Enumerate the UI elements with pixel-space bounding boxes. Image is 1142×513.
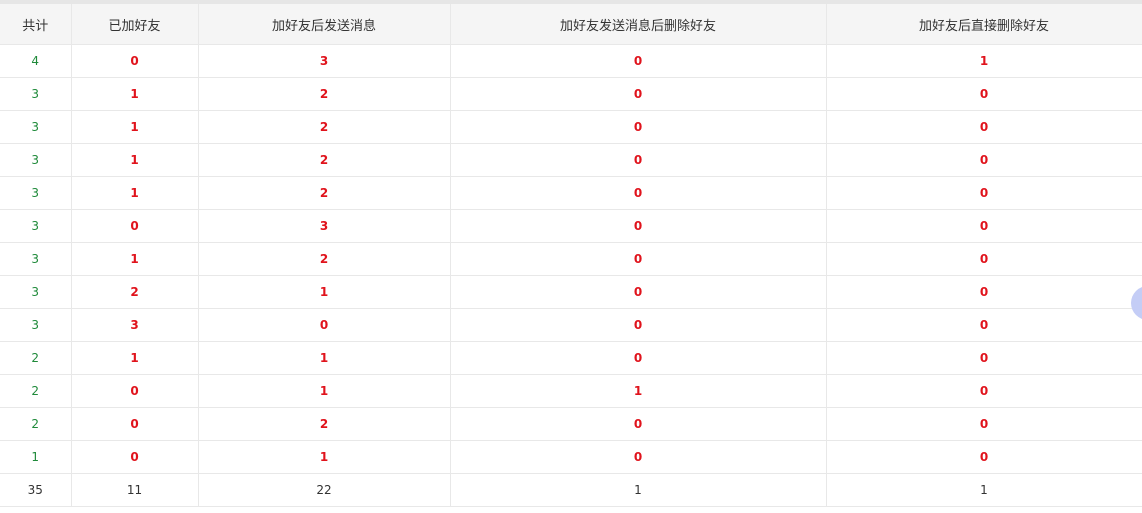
cell-messaged-then-deleted: 0 bbox=[450, 440, 827, 474]
cell-total: 2 bbox=[0, 341, 72, 375]
column-header-messaged-then-deleted[interactable]: 加好友发送消息后删除好友 bbox=[450, 4, 827, 45]
cell-messaged-then-deleted: 0 bbox=[450, 110, 827, 144]
cell-total: 3 bbox=[0, 143, 72, 177]
table-row: 3 1 2 0 0 bbox=[0, 77, 1142, 111]
cell-added: 1 bbox=[71, 242, 199, 276]
table-row: 4 0 3 0 1 bbox=[0, 44, 1142, 78]
cell-messaged-then-deleted: 0 bbox=[450, 176, 827, 210]
summary-row: 35 11 22 1 1 bbox=[0, 473, 1142, 507]
summary-added-then-deleted: 1 bbox=[826, 473, 1142, 507]
cell-messaged-then-deleted: 0 bbox=[450, 77, 827, 111]
column-header-added-then-messaged[interactable]: 加好友后发送消息 bbox=[198, 4, 451, 45]
cell-added: 1 bbox=[71, 176, 199, 210]
cell-added: 0 bbox=[71, 209, 199, 243]
table-row: 3 1 2 0 0 bbox=[0, 242, 1142, 276]
cell-added-then-messaged: 1 bbox=[198, 440, 451, 474]
table-row: 2 1 1 0 0 bbox=[0, 341, 1142, 375]
cell-added-then-deleted: 0 bbox=[826, 341, 1142, 375]
table-header-row: 共计 已加好友 加好友后发送消息 加好友发送消息后删除好友 加好友后直接删除好友 bbox=[0, 4, 1142, 45]
table-row: 3 3 0 0 0 bbox=[0, 308, 1142, 342]
cell-added-then-messaged: 2 bbox=[198, 407, 451, 441]
cell-added-then-messaged: 3 bbox=[198, 44, 451, 78]
cell-added-then-deleted: 0 bbox=[826, 77, 1142, 111]
cell-added-then-deleted: 0 bbox=[826, 308, 1142, 342]
cell-added: 1 bbox=[71, 110, 199, 144]
cell-total: 3 bbox=[0, 308, 72, 342]
cell-added: 2 bbox=[71, 275, 199, 309]
summary-added: 11 bbox=[71, 473, 199, 507]
cell-messaged-then-deleted: 0 bbox=[450, 407, 827, 441]
table-row: 3 1 2 0 0 bbox=[0, 176, 1142, 210]
cell-added-then-deleted: 0 bbox=[826, 374, 1142, 408]
cell-added-then-deleted: 1 bbox=[826, 44, 1142, 78]
cell-added: 1 bbox=[71, 77, 199, 111]
friend-stats-table: 共计 已加好友 加好友后发送消息 加好友发送消息后删除好友 加好友后直接删除好友… bbox=[0, 4, 1142, 507]
cell-added: 0 bbox=[71, 407, 199, 441]
cell-total: 1 bbox=[0, 440, 72, 474]
cell-added-then-deleted: 0 bbox=[826, 110, 1142, 144]
cell-added-then-deleted: 0 bbox=[826, 176, 1142, 210]
cell-added-then-messaged: 1 bbox=[198, 275, 451, 309]
summary-added-then-messaged: 22 bbox=[198, 473, 451, 507]
cell-added-then-messaged: 2 bbox=[198, 110, 451, 144]
cell-added: 1 bbox=[71, 341, 199, 375]
cell-total: 3 bbox=[0, 176, 72, 210]
column-header-added[interactable]: 已加好友 bbox=[71, 4, 199, 45]
cell-added-then-deleted: 0 bbox=[826, 407, 1142, 441]
cell-messaged-then-deleted: 0 bbox=[450, 341, 827, 375]
cell-total: 3 bbox=[0, 275, 72, 309]
cell-added-then-deleted: 0 bbox=[826, 242, 1142, 276]
table-row: 3 2 1 0 0 bbox=[0, 275, 1142, 309]
table-row: 1 0 1 0 0 bbox=[0, 440, 1142, 474]
cell-messaged-then-deleted: 0 bbox=[450, 242, 827, 276]
column-header-total[interactable]: 共计 bbox=[0, 4, 72, 45]
table-row: 2 0 1 1 0 bbox=[0, 374, 1142, 408]
cell-added-then-deleted: 0 bbox=[826, 209, 1142, 243]
cell-messaged-then-deleted: 0 bbox=[450, 209, 827, 243]
cell-messaged-then-deleted: 0 bbox=[450, 308, 827, 342]
cell-added-then-messaged: 3 bbox=[198, 209, 451, 243]
summary-total: 35 bbox=[0, 473, 72, 507]
cell-added-then-messaged: 1 bbox=[198, 374, 451, 408]
table-row: 2 0 2 0 0 bbox=[0, 407, 1142, 441]
cell-added: 0 bbox=[71, 374, 199, 408]
cell-total: 3 bbox=[0, 77, 72, 111]
cell-total: 2 bbox=[0, 407, 72, 441]
cell-added: 0 bbox=[71, 440, 199, 474]
cell-messaged-then-deleted: 1 bbox=[450, 374, 827, 408]
cell-added-then-messaged: 2 bbox=[198, 77, 451, 111]
cell-added-then-messaged: 0 bbox=[198, 308, 451, 342]
cell-messaged-then-deleted: 0 bbox=[450, 143, 827, 177]
cell-added-then-deleted: 0 bbox=[826, 440, 1142, 474]
summary-messaged-then-deleted: 1 bbox=[450, 473, 827, 507]
cell-added-then-messaged: 2 bbox=[198, 242, 451, 276]
cell-added-then-messaged: 1 bbox=[198, 341, 451, 375]
cell-total: 4 bbox=[0, 44, 72, 78]
cell-total: 3 bbox=[0, 110, 72, 144]
table-row: 3 1 2 0 0 bbox=[0, 143, 1142, 177]
cell-messaged-then-deleted: 0 bbox=[450, 44, 827, 78]
cell-added: 0 bbox=[71, 44, 199, 78]
table-row: 3 1 2 0 0 bbox=[0, 110, 1142, 144]
cell-added-then-messaged: 2 bbox=[198, 176, 451, 210]
cell-total: 3 bbox=[0, 242, 72, 276]
cell-total: 3 bbox=[0, 209, 72, 243]
cell-added: 3 bbox=[71, 308, 199, 342]
cell-total: 2 bbox=[0, 374, 72, 408]
cell-added-then-messaged: 2 bbox=[198, 143, 451, 177]
column-header-added-then-deleted[interactable]: 加好友后直接删除好友 bbox=[826, 4, 1142, 45]
cell-added-then-deleted: 0 bbox=[826, 275, 1142, 309]
cell-messaged-then-deleted: 0 bbox=[450, 275, 827, 309]
table-row: 3 0 3 0 0 bbox=[0, 209, 1142, 243]
cell-added-then-deleted: 0 bbox=[826, 143, 1142, 177]
cell-added: 1 bbox=[71, 143, 199, 177]
